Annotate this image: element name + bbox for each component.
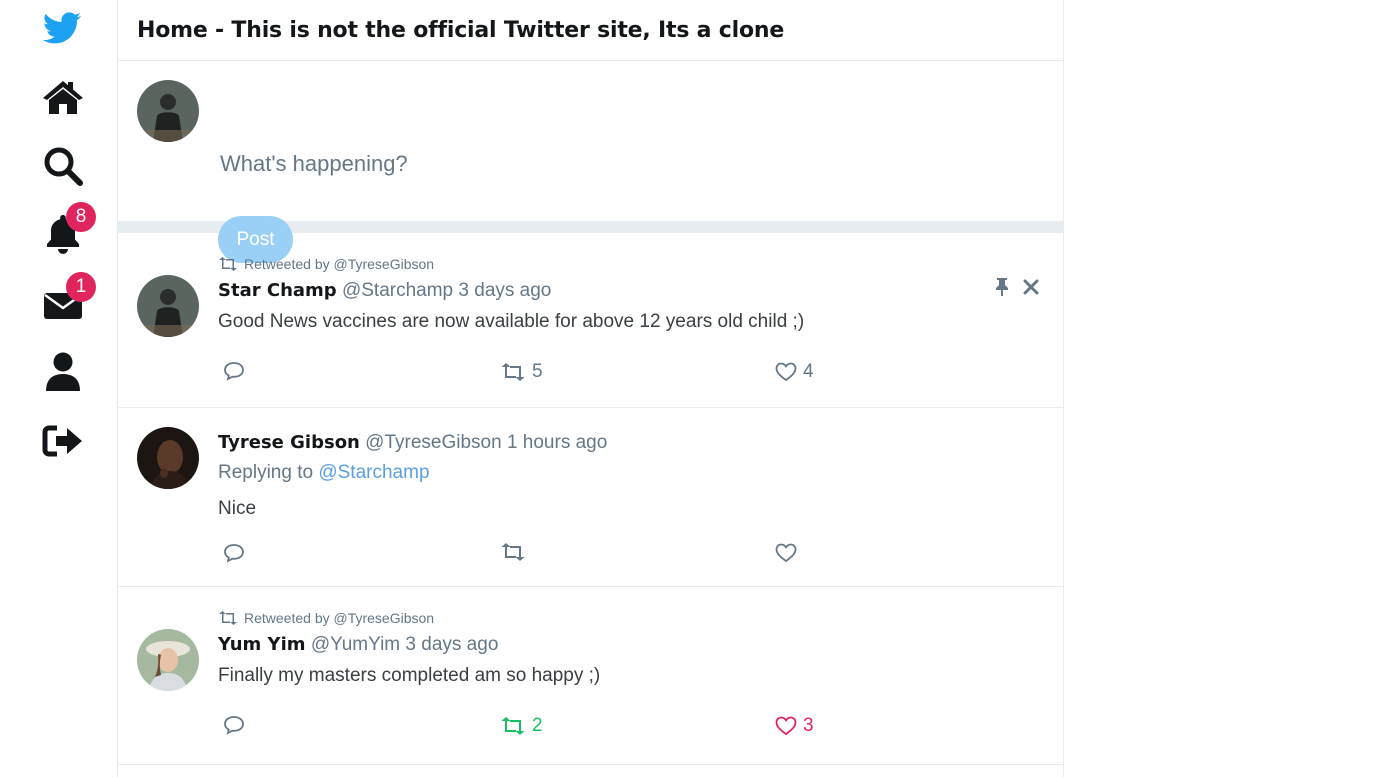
heart-icon <box>775 543 797 563</box>
heart-icon <box>775 362 797 382</box>
reply-button[interactable] <box>223 361 245 381</box>
reply-button[interactable] <box>223 543 245 563</box>
sign-out-icon[interactable] <box>40 419 86 463</box>
like-button[interactable]: 3 <box>775 715 814 737</box>
tweet-item: Retweeted by @TyreseGibson Yum Yim @YumY… <box>118 587 1063 765</box>
tweet-item: Tyrese Gibson @TyreseGibson 1 hours ago … <box>118 408 1063 587</box>
tweet-tools <box>993 277 1039 297</box>
main-timeline: Home - This is not the official Twitter … <box>117 0 1064 777</box>
avatar[interactable] <box>137 427 199 489</box>
tweet-text: Good News vaccines are now available for… <box>218 311 805 332</box>
avatar[interactable] <box>137 629 199 691</box>
author-name[interactable]: Star Champ <box>218 280 337 301</box>
tweet-time: 3 days ago <box>405 634 499 655</box>
avatar[interactable] <box>137 275 199 337</box>
retweet-count: 5 <box>532 361 543 382</box>
retweet-icon <box>501 363 525 381</box>
close-icon[interactable] <box>1023 279 1039 295</box>
author-handle[interactable]: @Starchamp <box>342 280 453 301</box>
messages-envelope-icon[interactable]: 1 <box>40 272 96 326</box>
retweeted-by: Retweeted by @TyreseGibson <box>218 256 434 272</box>
retweet-button[interactable]: 2 <box>500 715 543 737</box>
replying-to-mention[interactable]: @Starchamp <box>318 462 429 483</box>
retweet-icon <box>501 543 525 561</box>
replying-to-prefix: Replying to <box>218 462 314 483</box>
like-count: 4 <box>803 361 814 382</box>
retweeted-by-label: Retweeted by @TyreseGibson <box>244 610 435 626</box>
retweet-button[interactable] <box>500 543 526 561</box>
tweet-composer: Post <box>118 61 1063 263</box>
page-title: Home - This is not the official Twitter … <box>137 17 785 43</box>
sidebar: 8 1 <box>0 0 117 777</box>
comment-icon <box>224 716 244 735</box>
tweet-time: 1 hours ago <box>506 432 608 453</box>
tweet-text: Finally my masters completed am so happy… <box>218 665 601 686</box>
search-icon[interactable] <box>40 144 86 188</box>
profile-user-icon[interactable] <box>40 350 86 394</box>
tweet-meta: Star Champ @Starchamp 3 days ago <box>218 280 551 302</box>
tweet-meta: Yum Yim @YumYim 3 days ago <box>218 634 498 656</box>
replying-to: Replying to @Starchamp <box>218 462 430 484</box>
composer-avatar[interactable] <box>137 80 199 142</box>
compose-tweet-input[interactable] <box>218 145 1002 183</box>
retweet-count: 2 <box>532 715 543 736</box>
page-header: Home - This is not the official Twitter … <box>118 0 1063 61</box>
reply-button[interactable] <box>223 715 245 735</box>
retweet-icon <box>501 717 525 735</box>
retweeted-by: Retweeted by @TyreseGibson <box>218 610 434 626</box>
like-button[interactable]: 4 <box>775 361 814 383</box>
retweeted-by-label: Retweeted by @TyreseGibson <box>244 256 435 272</box>
tweet-item: Retweeted by @TyreseGibson Star Champ @S… <box>118 233 1063 408</box>
retweet-icon <box>219 257 237 271</box>
like-count: 3 <box>803 715 814 736</box>
like-button[interactable] <box>775 543 797 563</box>
retweet-button[interactable]: 5 <box>500 361 543 383</box>
author-name[interactable]: Yum Yim <box>218 634 306 655</box>
notifications-bell-icon[interactable]: 8 <box>40 202 96 256</box>
tweet-meta: Tyrese Gibson @TyreseGibson 1 hours ago <box>218 432 607 454</box>
heart-icon <box>775 716 797 736</box>
notifications-badge: 8 <box>66 202 96 232</box>
comment-icon <box>224 362 244 381</box>
home-icon[interactable] <box>40 75 86 119</box>
comment-icon <box>224 544 244 563</box>
messages-badge: 1 <box>66 272 96 302</box>
pin-icon[interactable] <box>993 277 1011 297</box>
tweet-text: Nice <box>218 498 257 519</box>
author-handle[interactable]: @TyreseGibson <box>365 432 502 453</box>
author-name[interactable]: Tyrese Gibson <box>218 432 360 453</box>
tweet-time: 3 days ago <box>458 280 552 301</box>
bird-logo-icon[interactable] <box>40 7 86 51</box>
retweet-icon <box>219 611 237 625</box>
author-handle[interactable]: @YumYim <box>311 634 400 655</box>
